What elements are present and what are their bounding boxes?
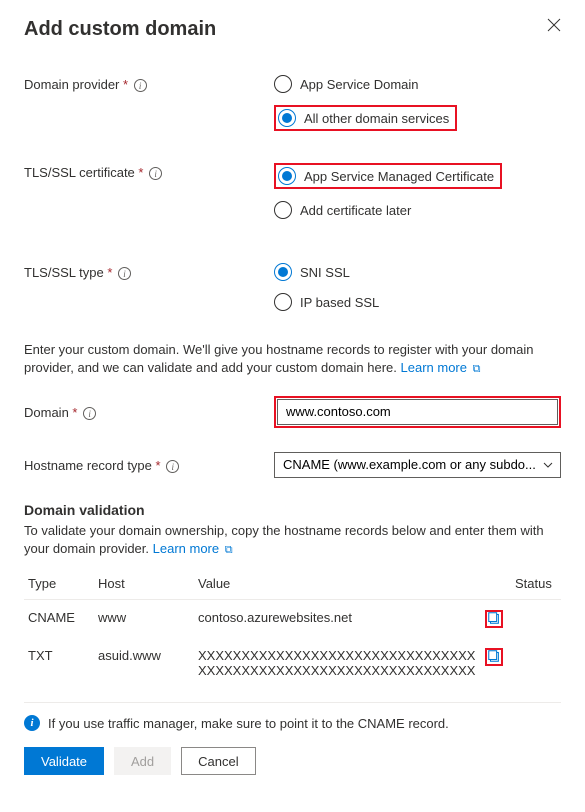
page-title: Add custom domain (24, 18, 216, 41)
radio-icon-checked (278, 109, 296, 127)
copy-button[interactable] (485, 610, 503, 628)
close-icon (547, 19, 561, 36)
required-indicator: * (138, 165, 143, 180)
domain-input[interactable] (277, 399, 558, 425)
radio-label: IP based SSL (300, 295, 379, 310)
required-indicator: * (156, 458, 161, 473)
radio-ip-based-ssl[interactable]: IP based SSL (274, 293, 561, 311)
cell-status (511, 600, 561, 639)
cell-type: TXT (24, 638, 94, 688)
cell-host: asuid.www (94, 638, 194, 688)
external-link-icon: ⧉ (473, 362, 481, 377)
radio-add-certificate-later[interactable]: Add certificate later (274, 201, 561, 219)
tls-cert-label: TLS/SSL certificate * i (24, 163, 274, 231)
radio-label: All other domain services (304, 111, 449, 126)
learn-more-link[interactable]: Learn more ⧉ (153, 541, 233, 556)
learn-more-link[interactable]: Learn more ⧉ (401, 360, 481, 375)
cell-host: www (94, 600, 194, 639)
hostname-record-type-label: Hostname record type * i (24, 456, 274, 473)
external-link-icon: ⧉ (225, 543, 233, 558)
help-text: Enter your custom domain. We'll give you… (24, 341, 561, 378)
radio-sni-ssl[interactable]: SNI SSL (274, 263, 561, 281)
copy-icon (487, 649, 501, 666)
validate-button[interactable]: Validate (24, 747, 104, 775)
radio-label: App Service Managed Certificate (304, 169, 494, 184)
radio-icon-checked (278, 167, 296, 185)
add-button: Add (114, 747, 171, 775)
th-type: Type (24, 568, 94, 600)
info-banner-icon: i (24, 715, 40, 731)
domain-provider-label: Domain provider * i (24, 75, 274, 131)
close-button[interactable] (547, 18, 561, 36)
radio-label: App Service Domain (300, 77, 419, 92)
radio-label: Add certificate later (300, 203, 411, 218)
copy-button[interactable] (485, 648, 503, 666)
info-icon[interactable]: i (134, 79, 147, 92)
radio-icon-checked (274, 263, 292, 281)
th-value: Value (194, 568, 481, 600)
table-row: TXT asuid.www XXXXXXXXXXXXXXXXXXXXXXXXXX… (24, 638, 561, 688)
radio-label: SNI SSL (300, 265, 350, 280)
required-indicator: * (72, 405, 77, 420)
th-status: Status (511, 568, 561, 600)
radio-icon (274, 201, 292, 219)
copy-icon (487, 611, 501, 628)
cell-type: CNAME (24, 600, 94, 639)
info-icon[interactable]: i (83, 407, 96, 420)
cell-value: XXXXXXXXXXXXXXXXXXXXXXXXXXXXXXXXXXXXXXXX… (194, 638, 481, 688)
cell-status (511, 638, 561, 688)
domain-validation-text: To validate your domain ownership, copy … (24, 522, 561, 559)
cell-value: contoso.azurewebsites.net (194, 600, 481, 639)
radio-app-service-managed-certificate[interactable]: App Service Managed Certificate (278, 167, 494, 185)
hostname-record-type-select[interactable]: CNAME (www.example.com or any subdo... (274, 452, 561, 478)
radio-all-other-domain-services[interactable]: All other domain services (278, 109, 449, 127)
table-row: CNAME www contoso.azurewebsites.net (24, 600, 561, 639)
radio-app-service-domain[interactable]: App Service Domain (274, 75, 561, 93)
th-host: Host (94, 568, 194, 600)
tls-type-label: TLS/SSL type * i (24, 263, 274, 323)
info-banner: i If you use traffic manager, make sure … (24, 702, 561, 731)
hostname-records-table: Type Host Value Status CNAME www contoso… (24, 568, 561, 688)
info-icon[interactable]: i (166, 460, 179, 473)
info-icon[interactable]: i (149, 167, 162, 180)
th-copy (481, 568, 511, 600)
info-icon[interactable]: i (118, 267, 131, 280)
required-indicator: * (107, 265, 112, 280)
info-banner-text: If you use traffic manager, make sure to… (48, 716, 449, 731)
domain-label: Domain * i (24, 403, 274, 420)
domain-validation-title: Domain validation (24, 502, 561, 518)
radio-icon (274, 75, 292, 93)
radio-icon (274, 293, 292, 311)
required-indicator: * (123, 77, 128, 92)
cancel-button[interactable]: Cancel (181, 747, 255, 775)
